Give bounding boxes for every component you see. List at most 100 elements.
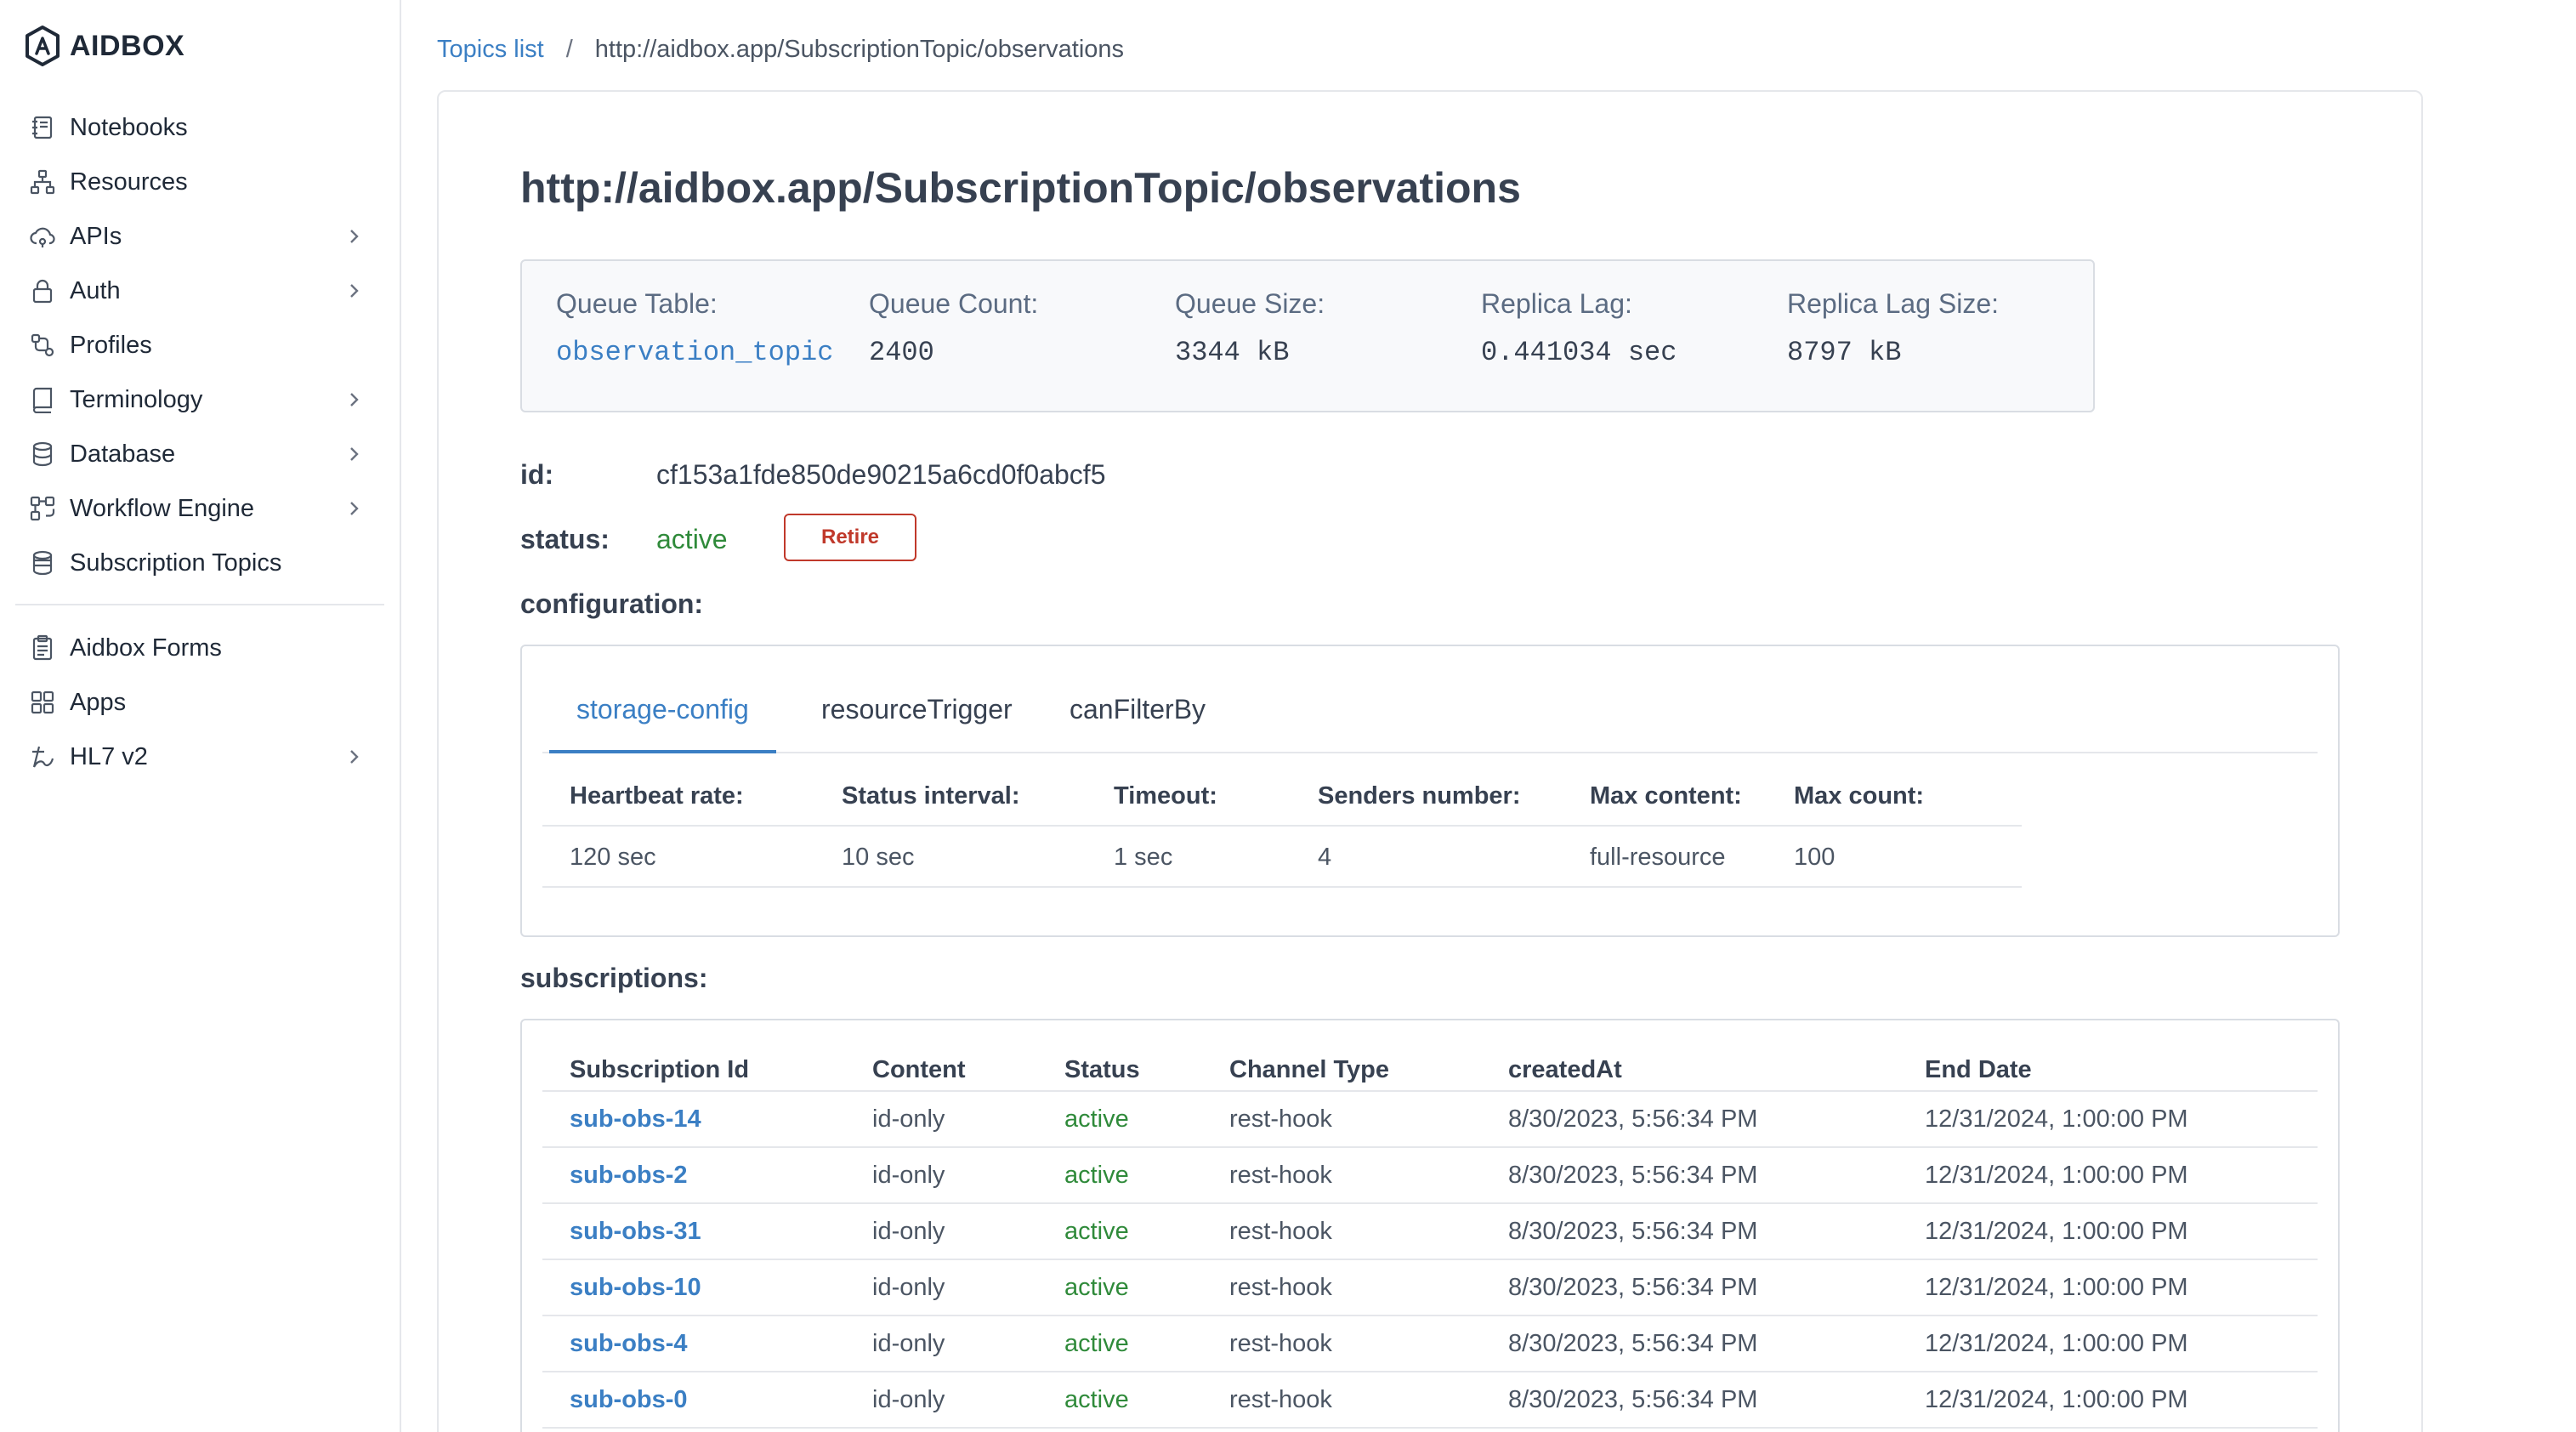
sidebar-item-terminology[interactable]: Terminology xyxy=(0,372,400,427)
chevron-right-icon xyxy=(350,284,359,298)
subscriptions-table: Subscription Id Content Status Channel T… xyxy=(542,1051,2318,1429)
sidebar-item-workflow-engine[interactable]: Workflow Engine xyxy=(0,481,400,536)
max-count-value: 100 xyxy=(1794,843,1836,871)
subscription-icon xyxy=(27,548,58,578)
column-header: Content xyxy=(872,1056,966,1083)
channel-type-cell: rest-hook xyxy=(1229,1105,1332,1133)
created-at-cell: 8/30/2023, 5:56:34 PM xyxy=(1508,1105,1758,1133)
sidebar-item-notebooks[interactable]: Notebooks xyxy=(0,100,400,155)
subscription-id-link[interactable]: sub-obs-14 xyxy=(570,1092,701,1146)
queue-table-link[interactable]: observation_topic xyxy=(556,337,833,368)
subscription-id-link[interactable]: sub-obs-31 xyxy=(570,1204,701,1259)
aidbox-logo[interactable]: AIDBOX xyxy=(24,24,184,68)
sidebar-divider xyxy=(15,604,384,605)
sidebar-item-label: Workflow Engine xyxy=(70,494,255,522)
table-row: sub-obs-0 id-only active rest-hook 8/30/2023… xyxy=(542,1372,2318,1429)
sidebar-nav: Notebooks Resources APIs Auth Profiles T… xyxy=(0,100,400,784)
app-root: AIDBOX Notebooks Resources APIs Auth Pro… xyxy=(0,0,2576,1432)
status-interval-value: 10 sec xyxy=(842,843,915,871)
table-row: sub-obs-10 id-only active rest-hook 8/30/202… xyxy=(542,1260,2318,1316)
queue-table-label: Queue Table: xyxy=(556,288,718,319)
subscription-id-link[interactable]: sub-obs-2 xyxy=(570,1148,688,1202)
content-cell: id-only xyxy=(872,1217,945,1245)
status-cell: active xyxy=(1064,1217,1129,1245)
created-at-cell: 8/30/2023, 5:56:34 PM xyxy=(1508,1329,1758,1357)
breadcrumb-separator: / xyxy=(565,35,573,63)
configuration-tabs: storage-config resourceTrigger canFilter… xyxy=(542,687,2318,753)
end-date-cell: 12/31/2024, 1:00:00 PM xyxy=(1925,1385,2188,1413)
configuration-panel: storage-config resourceTrigger canFilter… xyxy=(520,645,2340,937)
content-cell: id-only xyxy=(872,1385,945,1413)
queue-count-value: 2400 xyxy=(869,337,934,368)
id-label: id: xyxy=(520,459,554,490)
table-row: 120 sec 10 sec 1 sec 4 full-resource 100 xyxy=(542,827,2022,888)
sidebar-item-resources[interactable]: Resources xyxy=(0,155,400,209)
channel-type-cell: rest-hook xyxy=(1229,1385,1332,1413)
content-cell: id-only xyxy=(872,1273,945,1301)
sidebar-item-label: HL7 v2 xyxy=(70,742,148,770)
tab-resource-trigger[interactable]: resourceTrigger xyxy=(794,687,1040,753)
replica-lag-stat: Replica Lag: 0.441034 sec xyxy=(1481,288,1677,368)
heartbeat-rate-value: 120 sec xyxy=(570,843,656,871)
max-content-value: full-resource xyxy=(1590,843,1726,871)
column-header: Channel Type xyxy=(1229,1056,1389,1083)
channel-type-cell: rest-hook xyxy=(1229,1217,1332,1245)
sidebar-item-aidbox-forms[interactable]: Aidbox Forms xyxy=(0,621,400,675)
content-cell: id-only xyxy=(872,1161,945,1189)
queue-table-stat: Queue Table: observation_topic xyxy=(556,288,833,368)
sidebar-item-profiles[interactable]: Profiles xyxy=(0,318,400,372)
sidebar: AIDBOX Notebooks Resources APIs Auth Pro… xyxy=(0,0,401,1432)
apis-icon xyxy=(27,221,58,252)
sidebar-item-label: Subscription Topics xyxy=(70,548,282,577)
column-header: End Date xyxy=(1925,1056,2032,1083)
clipboard-icon xyxy=(27,633,58,663)
database-icon xyxy=(27,439,58,469)
sidebar-item-hl7-v2[interactable]: HL7 v2 xyxy=(0,730,400,784)
sidebar-item-label: Apps xyxy=(70,688,127,716)
sidebar-item-database[interactable]: Database xyxy=(0,427,400,481)
id-value: cf153a1fde850de90215a6cd0f0abcf5 xyxy=(656,459,1106,490)
sidebar-item-subscription-topics[interactable]: Subscription Topics xyxy=(0,536,400,590)
subscription-id-link[interactable]: sub-obs-10 xyxy=(570,1260,701,1315)
subscription-id-link[interactable]: sub-obs-4 xyxy=(570,1316,688,1371)
breadcrumb-current: http://aidbox.app/SubscriptionTopic/obse… xyxy=(594,35,1125,63)
timeout-value: 1 sec xyxy=(1114,843,1173,871)
subscriptions-panel: Subscription Id Content Status Channel T… xyxy=(520,1019,2340,1432)
tab-can-filter-by[interactable]: canFilterBy xyxy=(1042,687,1233,753)
queue-count-stat: Queue Count: 2400 xyxy=(869,288,1038,368)
column-header: createdAt xyxy=(1508,1056,1622,1083)
replica-lag-size-label: Replica Lag Size: xyxy=(1787,288,2000,319)
sidebar-item-label: Database xyxy=(70,440,176,468)
replica-lag-size-value: 8797 kB xyxy=(1787,337,1902,368)
profiles-icon xyxy=(27,330,58,361)
brand-name: AIDBOX xyxy=(70,29,185,62)
tab-storage-config[interactable]: storage-config xyxy=(549,687,776,753)
table-row: sub-obs-31 id-only active rest-hook 8/30/202… xyxy=(542,1204,2318,1260)
sidebar-item-apis[interactable]: APIs xyxy=(0,209,400,264)
chevron-right-icon xyxy=(350,502,359,515)
sidebar-item-apps[interactable]: Apps xyxy=(0,675,400,730)
apps-icon xyxy=(27,687,58,718)
chevron-right-icon xyxy=(350,750,359,764)
subscription-id-link[interactable]: sub-obs-0 xyxy=(570,1372,688,1427)
status-cell: active xyxy=(1064,1329,1129,1357)
breadcrumb-topics-list-link[interactable]: Topics list xyxy=(437,36,544,64)
sidebar-item-auth[interactable]: Auth xyxy=(0,264,400,318)
channel-type-cell: rest-hook xyxy=(1229,1161,1332,1189)
content-cell: id-only xyxy=(872,1329,945,1357)
table-row: sub-obs-2 id-only active rest-hook 8/30/2023… xyxy=(542,1148,2318,1204)
resources-icon xyxy=(27,167,58,197)
column-header: Heartbeat rate: xyxy=(570,781,744,810)
subscriptions-heading: subscriptions: xyxy=(520,963,708,993)
page-title: http://aidbox.app/SubscriptionTopic/obse… xyxy=(520,164,1521,212)
column-header: Max count: xyxy=(1794,781,1925,810)
sidebar-item-label: Terminology xyxy=(70,385,203,413)
status-cell: active xyxy=(1064,1385,1129,1413)
retire-button[interactable]: Retire xyxy=(784,514,916,561)
created-at-cell: 8/30/2023, 5:56:34 PM xyxy=(1508,1161,1758,1189)
workflow-icon xyxy=(27,493,58,524)
end-date-cell: 12/31/2024, 1:00:00 PM xyxy=(1925,1329,2188,1357)
aidbox-logo-icon xyxy=(26,26,60,66)
senders-number-value: 4 xyxy=(1318,843,1332,871)
content-cell: id-only xyxy=(872,1105,945,1133)
